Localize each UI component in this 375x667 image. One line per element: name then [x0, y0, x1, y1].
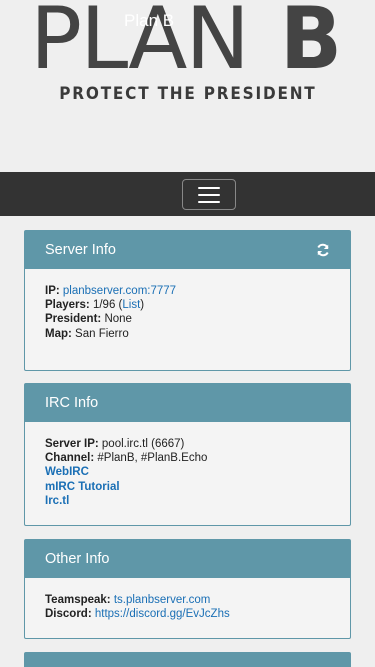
irc-info-panel: IRC Info Server IP: pool.irc.tl (6667) C…: [24, 383, 351, 526]
logo-b-text: B: [280, 0, 342, 74]
players-list-link[interactable]: List: [122, 299, 140, 311]
teamspeak-link[interactable]: ts.planbserver.com: [114, 594, 211, 606]
teamspeak-label: Teamspeak:: [45, 594, 111, 606]
irc-tl-link[interactable]: Irc.tl: [45, 494, 330, 508]
server-info-panel: Server Info IP: planbserver.com:7777 Pla…: [24, 230, 351, 371]
teamspeak-row: Teamspeak: ts.planbserver.com: [45, 593, 330, 607]
refresh-icon[interactable]: [316, 243, 330, 257]
irc-channel-value: #PlanB, #PlanB.Echo: [97, 452, 208, 465]
president-value: None: [104, 313, 132, 326]
irc-server-row: Server IP: pool.irc.tl (6667): [45, 437, 330, 451]
irc-channel-row: Channel: #PlanB, #PlanB.Echo: [45, 451, 330, 465]
players-row: Players: 1/96 (List): [45, 298, 330, 312]
map-label: Map:: [45, 327, 72, 340]
irc-info-title: IRC Info: [45, 395, 99, 411]
other-info-title: Other Info: [45, 551, 110, 567]
irc-channel-label: Channel:: [45, 452, 95, 465]
ip-label: IP:: [45, 285, 60, 297]
tagline: PROTECT THE PRESIDENT: [58, 84, 317, 104]
server-info-title: Server Info: [45, 242, 116, 258]
hamburger-icon: [198, 186, 220, 189]
next-panel-heading: [25, 653, 350, 667]
navbar-brand[interactable]: Plan B: [124, 11, 174, 31]
webirc-link[interactable]: WebIRC: [45, 465, 330, 479]
discord-row: Discord: https://discord.gg/EvJcZhs: [45, 607, 330, 621]
president-row: President: None: [45, 312, 330, 326]
server-ip-link[interactable]: planbserver.com:7777: [63, 285, 176, 297]
other-info-panel: Other Info Teamspeak: ts.planbserver.com…: [24, 539, 351, 639]
hamburger-icon-bar: [198, 200, 220, 203]
map-row: Map: San Fierro: [45, 327, 330, 341]
menu-toggle-button[interactable]: [182, 179, 236, 210]
hamburger-icon-bar: [198, 193, 220, 196]
next-panel: [24, 652, 351, 667]
irc-server-label: Server IP:: [45, 438, 99, 450]
players-close-paren: ): [140, 299, 145, 312]
discord-link[interactable]: https://discord.gg/EvJcZhs: [95, 608, 230, 620]
irc-server-value: pool.irc.tl (6667): [101, 438, 185, 450]
mirc-tutorial-link[interactable]: mIRC Tutorial: [45, 480, 330, 494]
irc-info-body: Server IP: pool.irc.tl (6667) Channel: #…: [25, 422, 350, 508]
site-header: PLAN B PROTECT THE PRESIDENT: [0, 0, 375, 172]
server-ip-row: IP: planbserver.com:7777: [45, 284, 330, 298]
map-value: San Fierro: [75, 327, 129, 340]
discord-label: Discord:: [45, 608, 92, 621]
server-info-body: IP: planbserver.com:7777 Players: 1/96 (…: [25, 269, 350, 341]
other-info-heading: Other Info: [25, 540, 350, 578]
irc-info-heading: IRC Info: [25, 384, 350, 422]
other-info-body: Teamspeak: ts.planbserver.com Discord: h…: [25, 578, 350, 621]
plan-b-logo: PLAN B: [30, 0, 342, 74]
players-value: 1/96 (: [92, 299, 123, 312]
server-info-heading: Server Info: [25, 231, 350, 269]
players-label: Players:: [45, 299, 90, 312]
president-label: President:: [45, 313, 102, 326]
